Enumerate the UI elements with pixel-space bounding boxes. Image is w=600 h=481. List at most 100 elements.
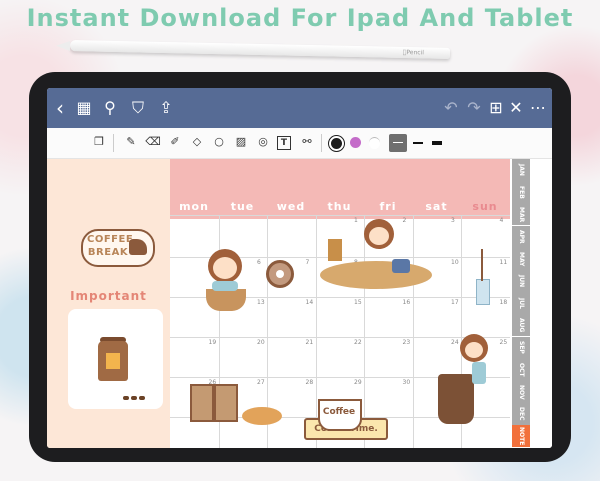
date-number[interactable]: 25 <box>500 339 508 346</box>
date-number[interactable]: 29 <box>354 379 362 386</box>
date-number[interactable]: 27 <box>257 379 265 386</box>
date-number[interactable]: 30 <box>403 379 411 386</box>
important-label: Important <box>70 289 147 303</box>
lasso-icon[interactable]: ○ <box>211 134 227 150</box>
month-tab-mar[interactable]: MAR <box>512 203 530 227</box>
takeaway-cups-sticker <box>190 384 238 424</box>
takeaway-cup <box>190 384 214 422</box>
cake-icon <box>129 239 147 255</box>
month-tab-sep[interactable]: SEP <box>512 336 530 360</box>
grid-icon[interactable]: ▦ <box>75 88 93 128</box>
date-number[interactable]: 6 <box>257 259 261 266</box>
month-tab-jul[interactable]: JUL <box>512 292 530 316</box>
girl-picnic-sticker <box>320 219 432 299</box>
dress <box>472 362 486 384</box>
face <box>213 257 237 279</box>
month-tab-note[interactable]: NOTE <box>512 425 530 448</box>
month-tab-jan[interactable]: JAN <box>512 159 530 182</box>
coffee-cup <box>206 289 246 311</box>
weekday-fri: fri <box>379 200 397 213</box>
grid-row-line <box>170 215 510 216</box>
bean <box>123 396 129 400</box>
camera-icon[interactable]: ◎ <box>255 134 271 150</box>
month-tabs: JAN FEB MAR APR MAY JUN JUL AUG SEP OCT NOV DEC NOTE <box>510 159 530 448</box>
date-number[interactable]: 13 <box>257 299 265 306</box>
month-tab-may[interactable]: MAY <box>512 247 530 271</box>
bean <box>131 396 137 400</box>
picnic-mat <box>320 261 432 289</box>
date-number[interactable]: 7 <box>306 259 310 266</box>
highlighter-icon[interactable]: ✐ <box>167 134 183 150</box>
date-number[interactable]: 15 <box>354 299 362 306</box>
redo-icon[interactable]: ↷ <box>465 88 483 128</box>
month-tab-nov[interactable]: NOV <box>512 381 530 404</box>
weekday-sun: sun <box>472 200 498 213</box>
more-icon[interactable]: ⋯ <box>529 88 547 128</box>
date-number[interactable]: 22 <box>354 339 362 346</box>
month-tab-oct[interactable]: OCT <box>512 358 530 382</box>
month-tab-feb[interactable]: FEB <box>512 181 530 205</box>
girl-big-cup-sticker <box>438 334 498 424</box>
donut-hole <box>276 270 284 278</box>
girl-headphones-sticker <box>196 249 252 311</box>
month-tab-aug[interactable]: AUG <box>512 314 530 338</box>
date-number[interactable]: 20 <box>257 339 265 346</box>
color-swatch-black[interactable] <box>329 136 344 151</box>
text-icon[interactable]: T <box>277 136 291 150</box>
date-number[interactable]: 10 <box>451 259 459 266</box>
month-tab-dec[interactable]: DEC <box>512 403 530 427</box>
date-number[interactable]: 14 <box>306 299 314 306</box>
takeaway-cup <box>214 384 238 422</box>
back-icon[interactable]: ‹ <box>51 88 69 128</box>
weekday-mon: mon <box>179 200 209 213</box>
top-navbar: ‹ ▦ ⚲ ⛉ ⇪ ↶ ↷ ⊞ ✕ ⋯ <box>47 88 552 128</box>
coffee-bag-icon <box>98 341 128 381</box>
month-tab-apr[interactable]: APR <box>512 225 530 249</box>
close-icon[interactable]: ✕ <box>507 88 525 128</box>
date-number[interactable]: 3 <box>451 217 455 224</box>
face <box>465 342 483 358</box>
stem <box>481 249 483 281</box>
month-tab-jun[interactable]: JUN <box>512 270 530 293</box>
bookmark-icon[interactable]: ⛉ <box>129 88 147 128</box>
coffee-bag <box>328 239 342 261</box>
weekday-tue: tue <box>230 200 255 213</box>
right-margin <box>530 159 552 448</box>
promo-headline: Instant Download For Ipad And Tablet <box>26 4 574 32</box>
date-number[interactable]: 28 <box>306 379 314 386</box>
shapes-icon[interactable]: ◇ <box>189 134 205 150</box>
important-note-box[interactable] <box>68 309 163 409</box>
add-page-icon[interactable]: ⊞ <box>487 88 505 128</box>
undo-icon[interactable]: ↶ <box>442 88 460 128</box>
date-number[interactable]: 23 <box>403 339 411 346</box>
drawing-toolbar: ❐ ✎ ⌫ ✐ ◇ ○ ▨ ◎ T ⚯ <box>47 128 552 159</box>
bean <box>139 396 145 400</box>
color-swatch-purple[interactable] <box>350 137 361 148</box>
weekday-sat: sat <box>425 200 448 213</box>
share-icon[interactable]: ⇪ <box>157 88 175 128</box>
left-sidebar: COFFEE BREAK Important <box>47 159 170 448</box>
stroke-thin-button[interactable] <box>389 134 407 152</box>
croissant-sticker <box>242 407 282 425</box>
date-number[interactable]: 18 <box>500 299 508 306</box>
stroke-medium-button[interactable] <box>413 142 423 144</box>
eraser-icon[interactable]: ⌫ <box>145 134 161 150</box>
stroke-thick-button[interactable] <box>432 141 442 145</box>
image-icon[interactable]: ▨ <box>233 134 249 150</box>
page-layout-icon[interactable]: ❐ <box>91 134 107 150</box>
date-number[interactable]: 4 <box>500 217 504 224</box>
date-number[interactable]: 11 <box>500 259 508 266</box>
link-icon[interactable]: ⚯ <box>299 134 315 150</box>
pen-icon[interactable]: ✎ <box>123 134 139 150</box>
coffee-break-logo: COFFEE BREAK <box>81 229 155 267</box>
date-number[interactable]: 21 <box>306 339 314 346</box>
date-number[interactable]: 16 <box>403 299 411 306</box>
vase-sticker <box>470 249 494 309</box>
date-number[interactable]: 19 <box>209 339 217 346</box>
mug-text: Coffee <box>322 407 356 417</box>
coffee-mug-sticker: Coffee <box>318 399 362 433</box>
color-swatch-white[interactable] <box>369 137 380 149</box>
date-number[interactable]: 17 <box>451 299 459 306</box>
search-icon[interactable]: ⚲ <box>101 88 119 128</box>
weekday-thu: thu <box>327 200 352 213</box>
